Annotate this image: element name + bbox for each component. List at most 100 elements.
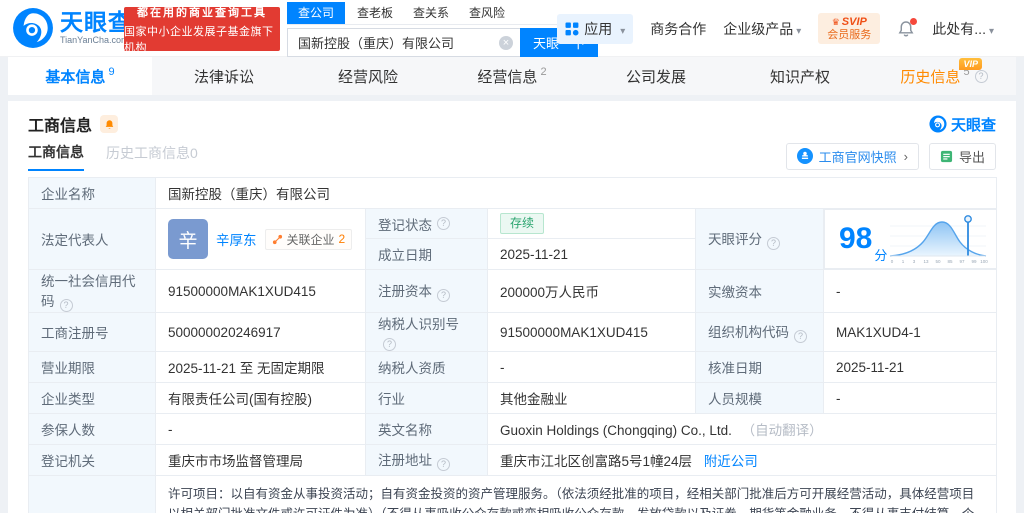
chevron-down-icon: [986, 21, 994, 37]
nearby-companies-link[interactable]: 附近公司: [704, 454, 758, 469]
help-icon: [794, 330, 807, 343]
table-row: 工商注册号 500000020246917 纳税人识别号 91500000MAK…: [28, 312, 998, 352]
apps-menu[interactable]: 应用: [557, 13, 634, 44]
english-name-label: 英文名称: [365, 413, 488, 445]
tab-history-info[interactable]: 历史信息5 VIP: [872, 57, 1016, 95]
tab-label: 知识产权: [769, 68, 830, 86]
paidin-capital-label: 实缴资本: [695, 269, 824, 313]
company-name-label: 企业名称: [28, 177, 156, 209]
industry-value: 其他金融业: [487, 382, 696, 414]
insured-count-label: 参保人数: [28, 413, 156, 445]
logo-domain: TianYanCha.com: [60, 35, 129, 45]
axis-tick: 50: [935, 259, 941, 264]
approval-date-value: 2025-11-21: [822, 351, 998, 383]
score-unit: 分: [874, 248, 888, 263]
credit-code-label: 统一社会信用代码: [41, 274, 136, 309]
notification-bell[interactable]: [897, 17, 918, 38]
help-icon: [59, 299, 73, 312]
business-info-table: 企业名称 国新控股（重庆）有限公司 法定代表人 辛 辛厚东 关联企业 2 登记状…: [28, 177, 998, 513]
table-row: 企业名称 国新控股（重庆）有限公司: [28, 177, 998, 209]
export-button[interactable]: 导出: [928, 142, 996, 170]
card-brand-watermark: 天眼查: [929, 114, 996, 135]
tianyancha-logo[interactable]: 天眼查 TianYanCha.com: [12, 7, 132, 49]
avatar[interactable]: 辛: [168, 219, 208, 259]
chevron-down-icon: [617, 21, 625, 37]
search-tab-company[interactable]: 查公司: [287, 2, 346, 24]
search-tab-relation[interactable]: 查关系: [413, 2, 449, 24]
search-input[interactable]: [287, 28, 520, 57]
nav-enterprise-products[interactable]: 企业级产品: [723, 19, 801, 39]
reg-address-label: 注册地址: [378, 453, 432, 468]
search-tab-risk[interactable]: 查风险: [469, 2, 505, 24]
svip-label: SVIP: [827, 16, 871, 29]
subtab-current-business-info[interactable]: 工商信息: [28, 142, 84, 171]
tianyan-score-value: 98: [839, 222, 873, 255]
table-row: 法定代表人 辛 辛厚东 关联企业 2 登记状态 ? 存续 成立日期 2025-1…: [28, 208, 997, 270]
subtab-history-business-info[interactable]: 历史工商信息0: [106, 143, 198, 170]
staff-size-label: 人员规模: [695, 382, 824, 414]
chevron-right-icon: [903, 149, 908, 164]
svip-member-badge[interactable]: SVIP 会员服务: [818, 13, 881, 45]
tianyancha-logo-icon: [13, 8, 53, 48]
related-badge-count: 2: [338, 232, 346, 246]
axis-tick: 99: [971, 259, 977, 264]
nav-business-cooperation[interactable]: 商务合作: [650, 19, 706, 39]
related-companies-badge[interactable]: 关联企业 2: [264, 228, 353, 250]
tab-operating-risk[interactable]: 经营风险: [296, 57, 440, 95]
registered-capital-value: 200000万人民币: [487, 269, 696, 313]
svip-member-label: 会员服务: [827, 28, 872, 41]
apps-grid-icon: [565, 22, 579, 36]
user-menu[interactable]: 此处有...: [932, 19, 994, 39]
clear-icon[interactable]: [499, 36, 513, 50]
tab-count: 9: [108, 66, 115, 78]
logo-name: 天眼查: [60, 9, 132, 35]
org-code-value: MAK1XUD4-1: [822, 312, 998, 352]
axis-tick: 100: [980, 259, 988, 264]
subscribe-bell-icon[interactable]: [100, 115, 119, 133]
english-name-value: Guoxin Holdings (Chongqing) Co., Ltd.: [500, 423, 732, 438]
tianyancha-logo-icon: [929, 115, 947, 133]
score-distribution-chart[interactable]: 0 1 3 13 50 85 97 99 100: [888, 212, 988, 266]
establish-date-label: 成立日期: [378, 248, 432, 263]
related-badge-label: 关联企业: [286, 232, 335, 247]
taxpayer-id-value: 91500000MAK1XUD415: [487, 312, 696, 352]
axis-tick: 3: [912, 259, 915, 264]
reg-status-label: 登记状态: [378, 217, 432, 233]
approval-date-label: 核准日期: [695, 351, 824, 383]
insured-count-value: -: [155, 413, 366, 445]
legal-rep-name-link[interactable]: 辛厚东: [216, 229, 257, 249]
staff-size-value: -: [822, 382, 998, 414]
tab-label: 经营信息: [477, 68, 538, 86]
tab-count: 2: [540, 66, 547, 78]
tab-label: 法律诉讼: [193, 68, 254, 86]
tab-legal-proceedings[interactable]: 法律诉讼: [152, 57, 296, 95]
notification-dot: [910, 17, 918, 25]
apps-label: 应用: [584, 20, 613, 37]
help-icon: [767, 237, 780, 250]
org-code-label: 组织机构代码: [708, 325, 789, 340]
section-title: 工商信息: [28, 118, 93, 135]
help-icon: [437, 217, 450, 230]
legal-rep-label: 法定代表人: [28, 208, 156, 270]
tab-operating-info[interactable]: 经营信息 2: [440, 57, 584, 95]
reg-authority-value: 重庆市市场监督管理局: [155, 444, 366, 476]
slogan-line2: 国家中小企业发展子基金旗下机构: [124, 25, 274, 54]
tab-company-development[interactable]: 公司发展: [584, 57, 728, 95]
official-snapshot-button[interactable]: 工商官网快照: [785, 142, 919, 170]
reg-number-value: 500000020246917: [155, 312, 366, 352]
export-label: 导出: [958, 149, 985, 165]
company-type-value: 有限责任公司(国有控股): [155, 382, 366, 414]
tab-intellectual-property[interactable]: 知识产权: [728, 57, 872, 95]
relation-graph-icon: [272, 234, 282, 244]
business-scope-value: 许可项目：以自有资金从事投资活动；自有资金投资的资产管理服务。（依法须经批准的项…: [154, 475, 998, 513]
tab-basic-info[interactable]: 基本信息 9: [8, 57, 152, 95]
taxpayer-qualification-value: -: [487, 351, 696, 383]
user-name: 此处有...: [932, 20, 986, 37]
tab-label: 基本信息: [45, 68, 106, 86]
help-icon: [383, 338, 396, 351]
auto-translate-note: （自动翻译）: [741, 423, 823, 438]
search-tab-boss[interactable]: 查老板: [357, 2, 393, 24]
top-header: 天眼查 TianYanCha.com 都在用的商业查询工具 国家中小企业发展子基…: [0, 0, 1024, 57]
brand-name: 天眼查: [950, 116, 996, 134]
axis-tick: 13: [923, 259, 929, 264]
